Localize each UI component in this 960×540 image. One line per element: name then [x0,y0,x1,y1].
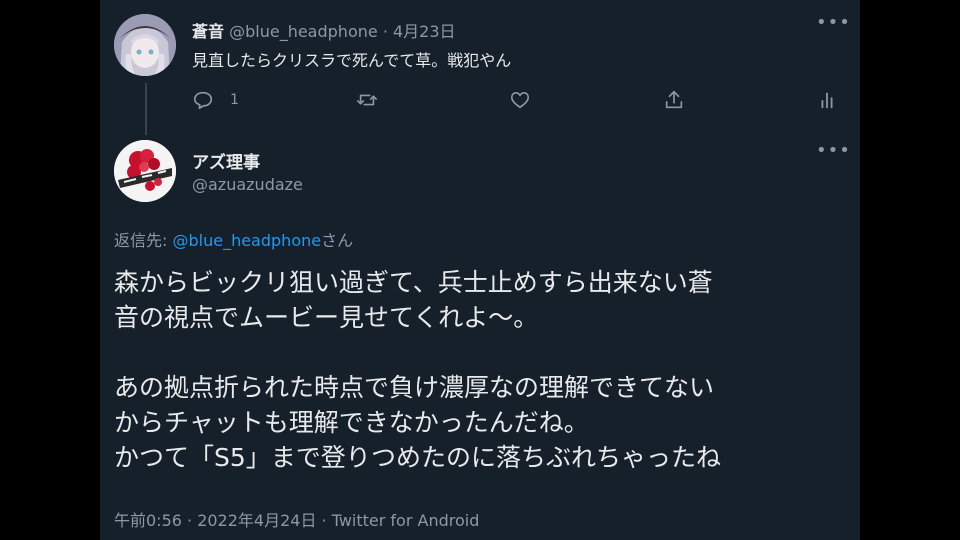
tweet-body: 森からビックリ狙い過ぎて、兵士止めすら出来ない蒼 音の視点でムービー見せてくれよ… [114,268,722,472]
parent-more-button[interactable]: ••• [816,14,850,38]
parent-display-name[interactable]: 蒼音 [192,22,224,41]
tweet-meta[interactable]: 午前0:56 · 2022年4月24日 · Twitter for Androi… [114,507,479,531]
share-icon [665,90,683,109]
retweet-button[interactable] [356,86,378,114]
reply-to-suffix: さん [321,231,354,250]
reply-to-line: 返信先: @blue_headphoneさん [114,227,353,251]
parent-handle[interactable]: @blue_headphone [229,22,378,41]
author-handle[interactable]: @azuazudaze [192,175,303,194]
parent-action-bar: 1 [192,86,852,114]
reply-button[interactable]: 1 [192,86,239,114]
reply-to-link[interactable]: @blue_headphone [172,231,321,250]
author-display-name[interactable]: アズ理事 [192,148,260,173]
author-avatar[interactable] [114,140,176,202]
main-more-button[interactable]: ••• [816,142,850,166]
parent-avatar[interactable] [114,14,176,76]
analytics-button[interactable] [816,86,838,114]
share-button[interactable] [663,86,685,114]
reply-to-prefix: 返信先: [114,231,173,250]
parent-date[interactable]: 4月23日 [393,22,456,41]
reply-count: 1 [230,92,239,108]
analytics-icon [821,92,833,109]
retweet-icon [357,94,377,106]
parent-tweet-text: 見直したらクリスラで死んでて草。戦犯やん [192,51,512,70]
like-icon [510,92,530,109]
like-button[interactable] [509,86,531,114]
reply-icon [193,91,213,110]
header-separator: · [382,22,388,41]
tweet-thread-panel: 蒼音 @blue_headphone · 4月23日 ••• 見直したらクリスラ… [100,0,860,540]
thread-connector-line [145,83,147,135]
parent-tweet-header: 蒼音 @blue_headphone · 4月23日 [192,18,456,42]
